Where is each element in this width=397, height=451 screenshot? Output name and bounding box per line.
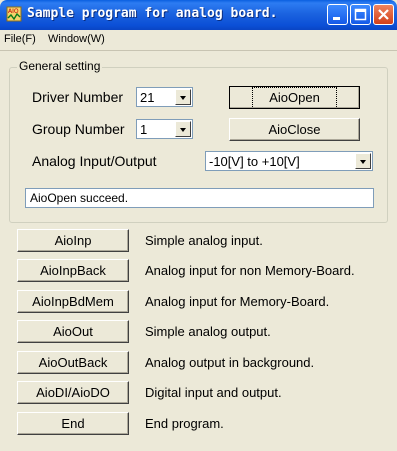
end-description: End program. bbox=[145, 416, 224, 431]
status-field: AioOpen succeed. bbox=[25, 188, 374, 208]
minimize-button[interactable] bbox=[327, 4, 348, 25]
aio-open-label: AioOpen bbox=[252, 87, 337, 109]
aio-out-description: Simple analog output. bbox=[145, 324, 271, 339]
aio-inp-back-description: Analog input for non Memory-Board. bbox=[145, 263, 355, 278]
status-text: AioOpen succeed. bbox=[30, 191, 129, 205]
aio-inp-button[interactable]: AioInp bbox=[17, 229, 129, 252]
aio-app-icon: AIO bbox=[6, 6, 22, 22]
menu-window[interactable]: Window(W) bbox=[48, 33, 105, 45]
aio-open-button[interactable]: AioOpen bbox=[229, 86, 360, 109]
maximize-icon bbox=[354, 8, 367, 21]
aio-inp-label: AioInp bbox=[54, 233, 92, 248]
aio-close-button[interactable]: AioClose bbox=[229, 118, 360, 141]
close-icon bbox=[378, 9, 389, 20]
title-bar[interactable]: AIO Sample program for analog board. bbox=[0, 0, 397, 30]
chevron-down-icon[interactable] bbox=[175, 89, 191, 105]
aio-out-back-button[interactable]: AioOutBack bbox=[17, 351, 129, 374]
group-number-label: Group Number bbox=[32, 121, 125, 137]
maximize-button[interactable] bbox=[350, 4, 371, 25]
close-button[interactable] bbox=[373, 4, 394, 25]
aio-inp-back-label: AioInpBack bbox=[40, 263, 106, 278]
aio-out-back-label: AioOutBack bbox=[38, 355, 108, 370]
driver-number-select[interactable]: 21 bbox=[136, 87, 193, 107]
aio-inp-bd-mem-label: AioInpBdMem bbox=[32, 294, 114, 309]
menu-file[interactable]: File(F) bbox=[4, 33, 36, 45]
aio-dio-description: Digital input and output. bbox=[145, 385, 282, 400]
end-label: End bbox=[61, 416, 85, 431]
minimize-icon bbox=[333, 17, 340, 20]
aio-inp-bd-mem-description: Analog input for Memory-Board. bbox=[145, 294, 330, 309]
analog-io-select[interactable]: -10[V] to +10[V] bbox=[205, 151, 373, 171]
group-legend: General setting bbox=[17, 59, 103, 73]
driver-number-value: 21 bbox=[140, 90, 155, 105]
window-title: Sample program for analog board. bbox=[27, 6, 278, 21]
aio-inp-bd-mem-button[interactable]: AioInpBdMem bbox=[17, 290, 129, 313]
aio-out-button[interactable]: AioOut bbox=[17, 320, 129, 343]
end-button[interactable]: End bbox=[17, 412, 129, 435]
chevron-down-icon[interactable] bbox=[355, 153, 371, 169]
aio-out-back-description: Analog output in background. bbox=[145, 355, 315, 370]
aio-out-label: AioOut bbox=[53, 324, 93, 339]
group-number-select[interactable]: 1 bbox=[136, 119, 193, 139]
group-number-value: 1 bbox=[140, 122, 148, 137]
driver-number-label: Driver Number bbox=[32, 89, 124, 105]
aio-close-label: AioClose bbox=[268, 122, 321, 137]
analog-io-label: Analog Input/Output bbox=[32, 153, 157, 169]
analog-io-value: -10[V] to +10[V] bbox=[209, 154, 300, 169]
aio-dio-button[interactable]: AioDI/AioDO bbox=[17, 381, 129, 404]
aio-dio-label: AioDI/AioDO bbox=[36, 385, 110, 400]
aio-inp-description: Simple analog input. bbox=[145, 233, 263, 248]
chevron-down-icon[interactable] bbox=[175, 121, 191, 137]
aio-inp-back-button[interactable]: AioInpBack bbox=[17, 259, 129, 282]
menu-bar: File(F) Window(W) bbox=[0, 30, 397, 51]
